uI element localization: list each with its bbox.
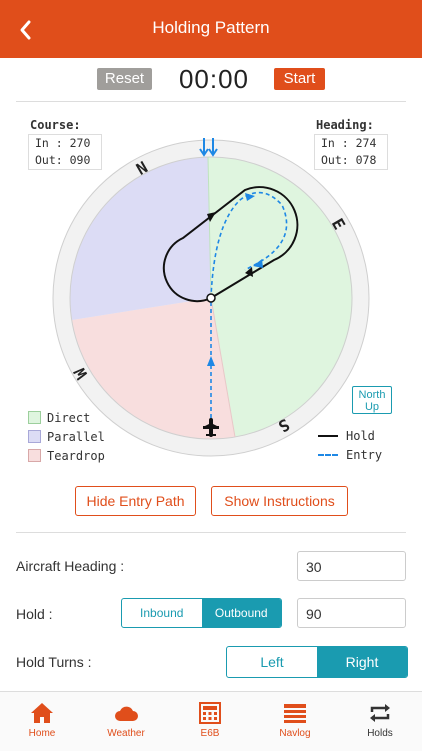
timer-display: 00:00 xyxy=(178,64,250,94)
teardrop-swatch xyxy=(28,449,41,462)
calculator-icon xyxy=(199,702,221,724)
heading-box: In : 274 Out: 078 xyxy=(314,134,388,170)
north-up-line2: Up xyxy=(364,401,380,413)
holding-fix xyxy=(206,293,216,303)
tab-navlog[interactable]: Navlog xyxy=(253,692,337,751)
tab-bar: Home Weather E6B Navlog Holds xyxy=(0,691,422,751)
course-title: Course: xyxy=(30,118,81,132)
north-up-line1: North xyxy=(358,389,386,401)
heading-title: Heading: xyxy=(316,118,374,132)
hold-turns-label: Hold Turns : xyxy=(16,654,92,670)
holds-icon xyxy=(370,704,390,722)
legend-parallel: Parallel xyxy=(28,427,105,446)
hold-turns-toggle: Left Right xyxy=(226,646,408,678)
path-legend: Hold Entry xyxy=(318,426,382,464)
parallel-sector xyxy=(70,157,212,320)
app-header: Holding Pattern xyxy=(0,0,422,58)
tab-home-label: Home xyxy=(28,728,56,739)
tab-holds-label: Holds xyxy=(367,728,393,739)
hide-entry-path-button[interactable]: Hide Entry Path xyxy=(75,486,196,516)
legend-hold-label: Hold xyxy=(346,428,375,443)
legend-hold: Hold xyxy=(318,426,382,445)
divider xyxy=(16,532,406,533)
entry-swatch xyxy=(318,453,338,456)
course-in: In : 270 xyxy=(35,136,91,150)
legend-entry-label: Entry xyxy=(346,447,383,462)
start-button[interactable]: Start xyxy=(274,68,325,90)
right-turns-option[interactable]: Right xyxy=(317,647,407,677)
legend-teardrop-label: Teardrop xyxy=(47,448,105,463)
hold-direction-toggle: Inbound Outbound xyxy=(121,598,282,628)
divider xyxy=(16,101,406,102)
hold-course-input[interactable]: 90 xyxy=(297,598,406,628)
legend-direct: Direct xyxy=(28,408,105,427)
aircraft-heading-input[interactable]: 30 xyxy=(297,551,406,581)
course-out: Out: 090 xyxy=(35,153,91,167)
north-up-toggle[interactable]: North Up xyxy=(352,386,392,414)
legend-direct-label: Direct xyxy=(47,410,91,425)
left-turns-option[interactable]: Left xyxy=(227,647,317,677)
home-icon xyxy=(31,703,53,723)
reset-button[interactable]: Reset xyxy=(97,68,152,90)
hold-swatch xyxy=(318,434,338,437)
tab-weather-label: Weather xyxy=(107,728,145,739)
direct-swatch xyxy=(28,411,41,424)
tab-holds[interactable]: Holds xyxy=(338,692,422,751)
tab-home[interactable]: Home xyxy=(0,692,84,751)
show-instructions-button[interactable]: Show Instructions xyxy=(211,486,348,516)
page-title: Holding Pattern xyxy=(152,18,270,37)
inbound-option[interactable]: Inbound xyxy=(122,599,202,627)
legend-entry: Entry xyxy=(318,445,382,464)
aircraft-heading-label: Aircraft Heading : xyxy=(16,558,125,574)
cloud-icon xyxy=(115,706,138,721)
parallel-swatch xyxy=(28,430,41,443)
legend-teardrop: Teardrop xyxy=(28,446,105,465)
course-box: In : 270 Out: 090 xyxy=(28,134,102,170)
heading-out: Out: 078 xyxy=(321,153,377,167)
legend-parallel-label: Parallel xyxy=(47,429,105,444)
sector-legend: Direct Parallel Teardrop xyxy=(28,408,105,465)
outbound-option[interactable]: Outbound xyxy=(201,599,281,627)
list-icon xyxy=(284,704,306,723)
tab-navlog-label: Navlog xyxy=(279,728,311,739)
heading-in: In : 274 xyxy=(321,136,377,150)
tab-e6b[interactable]: E6B xyxy=(168,692,252,751)
hold-label: Hold : xyxy=(16,606,53,622)
tab-e6b-label: E6B xyxy=(200,728,220,739)
tab-weather[interactable]: Weather xyxy=(84,692,168,751)
